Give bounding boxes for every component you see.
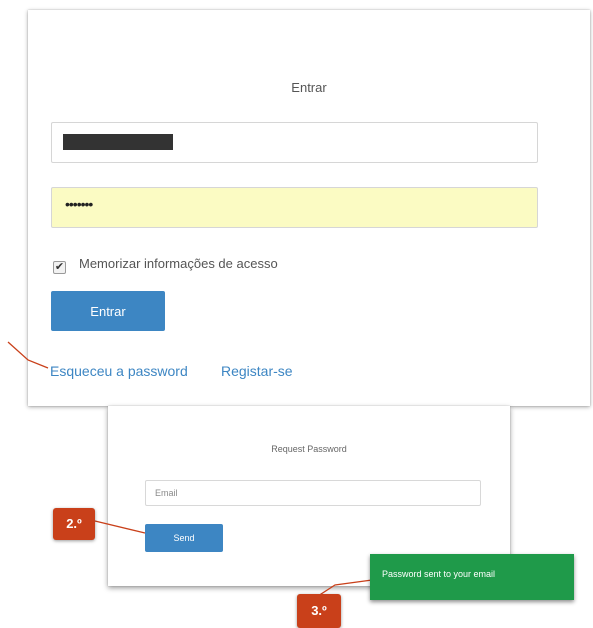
password-value: ••••••• [65, 196, 93, 212]
password-field[interactable]: ••••••• [51, 187, 538, 228]
success-toast: Password sent to your email [370, 554, 574, 600]
screenshot-stage: Entrar ••••••• ✔ Memorizar informações d… [0, 0, 593, 628]
username-field[interactable] [51, 122, 538, 163]
step-2-badge: 2.º [53, 508, 95, 540]
login-card: Entrar ••••••• ✔ Memorizar informações d… [28, 10, 590, 406]
send-button[interactable]: Send [145, 524, 223, 552]
email-input[interactable] [145, 480, 481, 506]
redacted-username [63, 134, 173, 150]
login-button[interactable]: Entrar [51, 291, 165, 331]
request-password-title: Request Password [271, 444, 347, 454]
remember-checkbox[interactable]: ✔ [53, 261, 66, 274]
forgot-password-link[interactable]: Esqueceu a password [50, 363, 188, 379]
step-3-badge: 3.º [297, 594, 341, 628]
remember-label: Memorizar informações de acesso [79, 256, 278, 271]
login-title: Entrar [291, 80, 327, 95]
register-link[interactable]: Registar-se [221, 363, 293, 379]
